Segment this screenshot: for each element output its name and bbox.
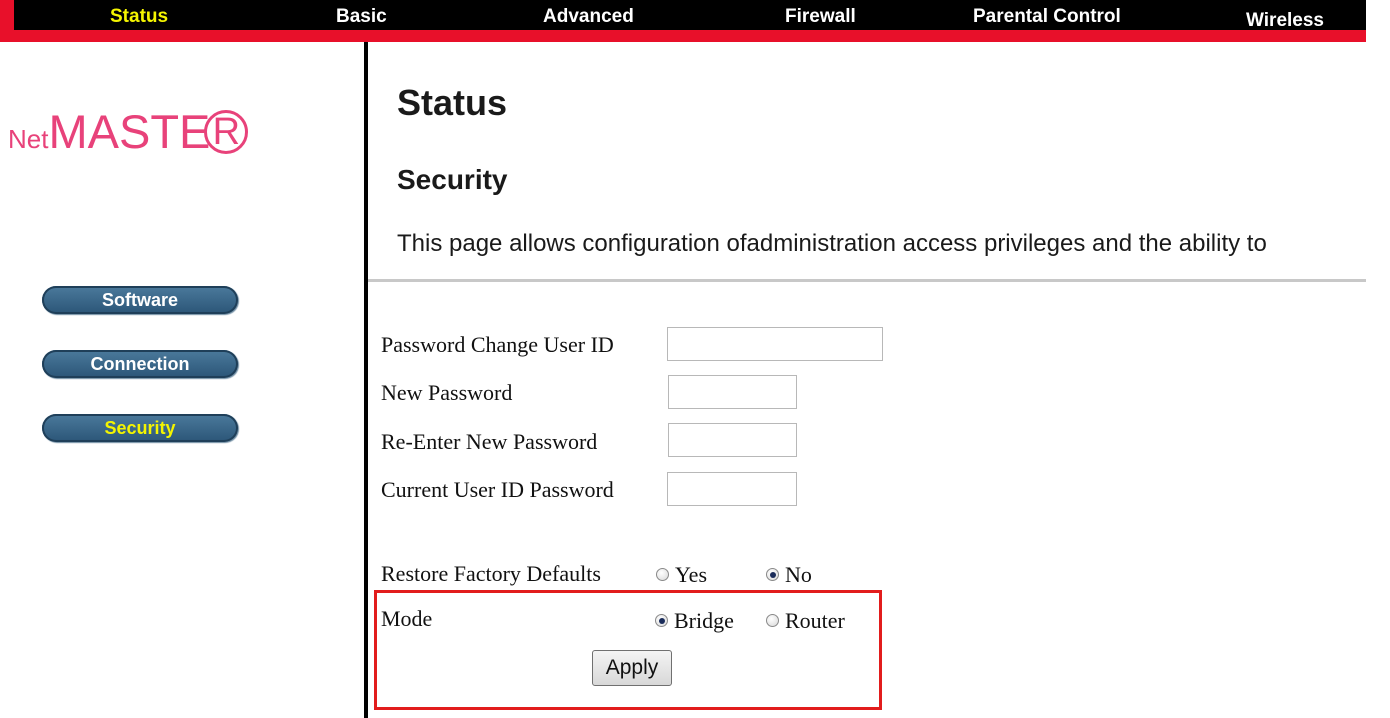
restore-no-label: No [785,562,812,587]
nav-tab-advanced[interactable]: Advanced [543,6,634,28]
restore-yes-option[interactable]: Yes [656,562,707,588]
sidebar-item-software[interactable]: Software [42,286,238,314]
apply-button[interactable]: Apply [592,650,672,686]
reenter-password-label: Re-Enter New Password [381,429,598,454]
logo-registered-r: R [204,110,249,154]
mode-bridge-label: Bridge [674,608,734,633]
password-change-user-id-input[interactable] [667,327,883,361]
top-nav-accent-stripe [0,30,1366,42]
mode-bridge-radio[interactable] [655,614,668,627]
mode-router-radio[interactable] [766,614,779,627]
restore-yes-label: Yes [675,562,708,587]
nav-tab-wireless[interactable]: Wireless [1246,10,1324,32]
new-password-input[interactable] [668,375,797,409]
restore-no-radio[interactable] [766,568,779,581]
page-title: Status [397,82,508,123]
logo-net-text: Net [8,124,49,154]
current-password-label: Current User ID Password [381,477,614,502]
mode-router-label: Router [785,608,845,633]
logo-master-text: MASTE [48,105,211,158]
restore-no-option[interactable]: No [766,562,812,588]
current-password-input[interactable] [667,472,797,506]
top-nav-left-cap [0,0,14,42]
mode-bridge-option[interactable]: Bridge [655,608,734,634]
mode-label: Mode [381,606,433,631]
nav-tab-basic[interactable]: Basic [336,6,387,28]
password-change-user-id-label: Password Change User ID [381,332,614,357]
sidebar-item-connection[interactable]: Connection [42,350,238,378]
restore-yes-radio[interactable] [656,568,669,581]
page-description: This page allows configuration ofadminis… [397,230,1267,257]
reenter-password-input[interactable] [668,423,797,457]
vertical-divider [364,42,368,718]
netmaster-logo: NetMASTER [8,104,249,159]
horizontal-divider [368,279,1366,282]
sidebar-item-security[interactable]: Security [42,414,238,442]
new-password-label: New Password [381,380,513,405]
nav-tab-status[interactable]: Status [110,6,168,28]
restore-defaults-label: Restore Factory Defaults [381,561,601,586]
nav-tab-parental-control[interactable]: Parental Control [973,6,1121,28]
nav-tab-firewall[interactable]: Firewall [785,6,856,28]
page-subtitle: Security [397,164,508,195]
mode-router-option[interactable]: Router [766,608,845,634]
